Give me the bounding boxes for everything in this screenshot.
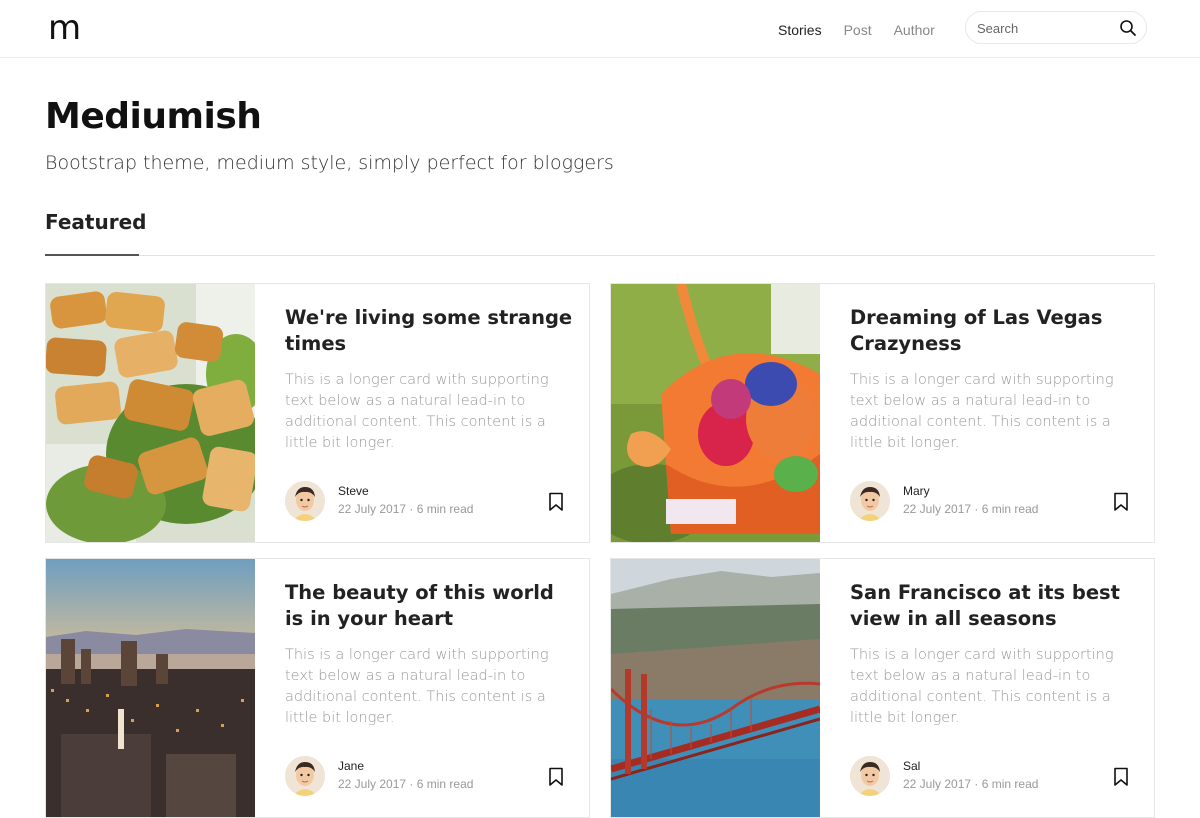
bookmark-icon[interactable] — [548, 492, 564, 512]
post-excerpt: This is a longer card with supporting te… — [850, 647, 1114, 726]
section-heading-underline — [45, 254, 139, 256]
post-excerpt: This is a longer card with supporting te… — [285, 372, 549, 451]
easter-basket-image[interactable] — [611, 284, 820, 542]
post-author[interactable]: Jane — [338, 759, 364, 773]
golden-gate-bridge-image-art — [611, 559, 820, 817]
nav-link-post[interactable]: Post — [844, 20, 872, 40]
nav-links: Stories Post Author — [778, 20, 957, 40]
easter-basket-image-art — [611, 284, 820, 542]
golden-gate-bridge-image[interactable] — [611, 559, 820, 817]
page-title: Mediumish — [45, 96, 262, 137]
post-date: 22 July 2017 · 6 min read — [903, 502, 1039, 516]
card-body: Dreaming of Las Vegas Crazyness This is … — [850, 284, 1134, 542]
search-input[interactable] — [977, 19, 1117, 37]
card-body: San Francisco at its best view in all se… — [850, 559, 1134, 817]
post-meta: Jane 22 July 2017 · 6 min read — [285, 756, 575, 798]
search-box — [965, 11, 1147, 44]
post-meta: Steve 22 July 2017 · 6 min read — [285, 481, 575, 523]
card-body: We're living some strange times This is … — [285, 284, 572, 542]
post-author[interactable]: Mary — [903, 484, 930, 498]
avatar[interactable] — [285, 481, 325, 521]
post-excerpt: This is a longer card with supporting te… — [850, 372, 1114, 451]
avatar[interactable] — [850, 756, 890, 796]
food-salad-image[interactable] — [46, 284, 255, 542]
avatar[interactable] — [850, 481, 890, 521]
post-title[interactable]: The beauty of this world is in your hear… — [285, 580, 575, 632]
post-excerpt: This is a longer card with supporting te… — [285, 647, 549, 726]
top-navbar: m Stories Post Author — [0, 0, 1200, 58]
post-date: 22 July 2017 · 6 min read — [338, 502, 474, 516]
nav-link-author[interactable]: Author — [894, 20, 935, 40]
avatar[interactable] — [285, 756, 325, 796]
post-card[interactable]: The beauty of this world is in your hear… — [45, 558, 590, 818]
post-card[interactable]: We're living some strange times This is … — [45, 283, 590, 543]
post-title[interactable]: San Francisco at its best view in all se… — [850, 580, 1140, 632]
search-icon[interactable] — [1119, 19, 1137, 37]
bookmark-icon[interactable] — [548, 767, 564, 787]
post-meta: Sal 22 July 2017 · 6 min read — [850, 756, 1140, 798]
post-author[interactable]: Sal — [903, 759, 920, 773]
section-divider — [45, 255, 1155, 256]
post-author[interactable]: Steve — [338, 484, 369, 498]
post-meta: Mary 22 July 2017 · 6 min read — [850, 481, 1140, 523]
bookmark-icon[interactable] — [1113, 492, 1129, 512]
nav-link-stories[interactable]: Stories — [778, 20, 822, 40]
food-salad-image-art — [46, 284, 255, 542]
bookmark-icon[interactable] — [1113, 767, 1129, 787]
site-logo[interactable]: m — [48, 8, 81, 48]
post-card[interactable]: San Francisco at its best view in all se… — [610, 558, 1155, 818]
post-date: 22 July 2017 · 6 min read — [903, 777, 1039, 791]
city-sunset-image[interactable] — [46, 559, 255, 817]
city-sunset-image-art — [46, 559, 255, 817]
post-date: 22 July 2017 · 6 min read — [338, 777, 474, 791]
post-card[interactable]: Dreaming of Las Vegas Crazyness This is … — [610, 283, 1155, 543]
post-title[interactable]: Dreaming of Las Vegas Crazyness — [850, 305, 1140, 357]
card-body: The beauty of this world is in your hear… — [285, 559, 569, 817]
post-title[interactable]: We're living some strange times — [285, 305, 575, 357]
page-tagline: Bootstrap theme, medium style, simply pe… — [45, 152, 614, 174]
section-heading-featured: Featured — [45, 210, 147, 234]
